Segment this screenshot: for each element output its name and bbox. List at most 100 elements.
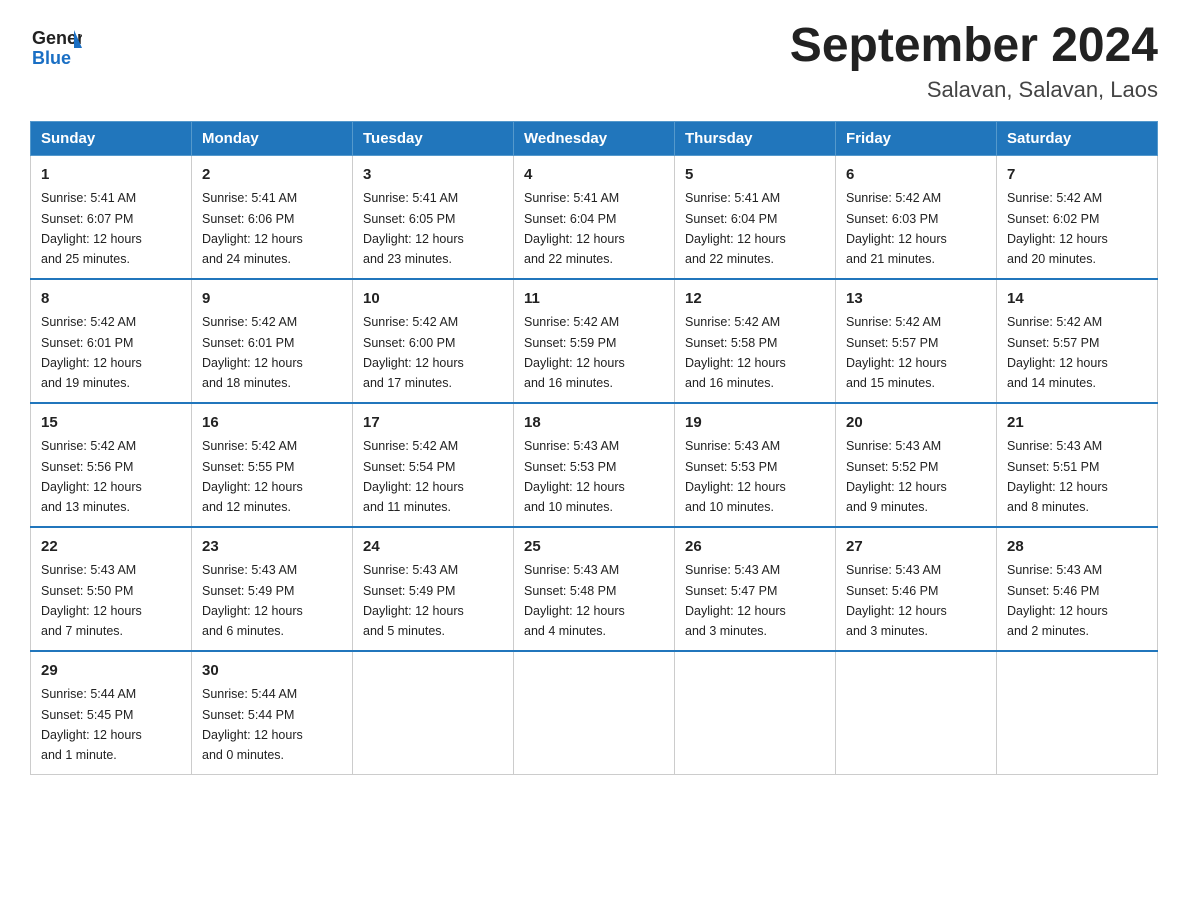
day-number: 28 bbox=[1007, 536, 1147, 559]
day-number: 15 bbox=[41, 412, 181, 435]
day-number: 7 bbox=[1007, 164, 1147, 187]
table-row: 20 Sunrise: 5:43 AMSunset: 5:52 PMDaylig… bbox=[836, 403, 997, 527]
table-row: 13 Sunrise: 5:42 AMSunset: 5:57 PMDaylig… bbox=[836, 279, 997, 403]
table-row: 12 Sunrise: 5:42 AMSunset: 5:58 PMDaylig… bbox=[675, 279, 836, 403]
day-number: 2 bbox=[202, 164, 342, 187]
table-row: 1 Sunrise: 5:41 AMSunset: 6:07 PMDayligh… bbox=[31, 155, 192, 279]
day-number: 25 bbox=[524, 536, 664, 559]
logo-icon: General Blue bbox=[30, 20, 82, 72]
header-friday: Friday bbox=[836, 121, 997, 155]
day-info: Sunrise: 5:42 AMSunset: 5:54 PMDaylight:… bbox=[363, 439, 464, 514]
header-monday: Monday bbox=[192, 121, 353, 155]
day-number: 27 bbox=[846, 536, 986, 559]
day-number: 14 bbox=[1007, 288, 1147, 311]
day-number: 19 bbox=[685, 412, 825, 435]
day-number: 8 bbox=[41, 288, 181, 311]
table-row: 10 Sunrise: 5:42 AMSunset: 6:00 PMDaylig… bbox=[353, 279, 514, 403]
day-number: 6 bbox=[846, 164, 986, 187]
day-info: Sunrise: 5:42 AMSunset: 5:56 PMDaylight:… bbox=[41, 439, 142, 514]
day-number: 17 bbox=[363, 412, 503, 435]
day-info: Sunrise: 5:41 AMSunset: 6:04 PMDaylight:… bbox=[524, 191, 625, 266]
table-row bbox=[997, 651, 1158, 775]
calendar-table: Sunday Monday Tuesday Wednesday Thursday… bbox=[30, 121, 1158, 775]
table-row: 9 Sunrise: 5:42 AMSunset: 6:01 PMDayligh… bbox=[192, 279, 353, 403]
day-info: Sunrise: 5:43 AMSunset: 5:53 PMDaylight:… bbox=[685, 439, 786, 514]
day-info: Sunrise: 5:43 AMSunset: 5:49 PMDaylight:… bbox=[202, 563, 303, 638]
table-row: 21 Sunrise: 5:43 AMSunset: 5:51 PMDaylig… bbox=[997, 403, 1158, 527]
day-number: 3 bbox=[363, 164, 503, 187]
day-number: 20 bbox=[846, 412, 986, 435]
calendar-week-row: 29 Sunrise: 5:44 AMSunset: 5:45 PMDaylig… bbox=[31, 651, 1158, 775]
day-info: Sunrise: 5:43 AMSunset: 5:50 PMDaylight:… bbox=[41, 563, 142, 638]
table-row: 15 Sunrise: 5:42 AMSunset: 5:56 PMDaylig… bbox=[31, 403, 192, 527]
day-number: 18 bbox=[524, 412, 664, 435]
table-row: 25 Sunrise: 5:43 AMSunset: 5:48 PMDaylig… bbox=[514, 527, 675, 651]
table-row bbox=[675, 651, 836, 775]
table-row: 11 Sunrise: 5:42 AMSunset: 5:59 PMDaylig… bbox=[514, 279, 675, 403]
table-row: 17 Sunrise: 5:42 AMSunset: 5:54 PMDaylig… bbox=[353, 403, 514, 527]
table-row: 7 Sunrise: 5:42 AMSunset: 6:02 PMDayligh… bbox=[997, 155, 1158, 279]
day-info: Sunrise: 5:42 AMSunset: 5:58 PMDaylight:… bbox=[685, 315, 786, 390]
calendar-header-row: Sunday Monday Tuesday Wednesday Thursday… bbox=[31, 121, 1158, 155]
table-row: 22 Sunrise: 5:43 AMSunset: 5:50 PMDaylig… bbox=[31, 527, 192, 651]
calendar-week-row: 22 Sunrise: 5:43 AMSunset: 5:50 PMDaylig… bbox=[31, 527, 1158, 651]
day-info: Sunrise: 5:42 AMSunset: 6:01 PMDaylight:… bbox=[41, 315, 142, 390]
day-info: Sunrise: 5:43 AMSunset: 5:49 PMDaylight:… bbox=[363, 563, 464, 638]
day-info: Sunrise: 5:42 AMSunset: 5:59 PMDaylight:… bbox=[524, 315, 625, 390]
day-info: Sunrise: 5:42 AMSunset: 5:55 PMDaylight:… bbox=[202, 439, 303, 514]
header-sunday: Sunday bbox=[31, 121, 192, 155]
day-info: Sunrise: 5:44 AMSunset: 5:44 PMDaylight:… bbox=[202, 687, 303, 762]
day-info: Sunrise: 5:43 AMSunset: 5:46 PMDaylight:… bbox=[1007, 563, 1108, 638]
day-number: 29 bbox=[41, 660, 181, 683]
table-row bbox=[514, 651, 675, 775]
day-number: 1 bbox=[41, 164, 181, 187]
day-info: Sunrise: 5:42 AMSunset: 5:57 PMDaylight:… bbox=[1007, 315, 1108, 390]
day-info: Sunrise: 5:42 AMSunset: 6:02 PMDaylight:… bbox=[1007, 191, 1108, 266]
day-info: Sunrise: 5:43 AMSunset: 5:52 PMDaylight:… bbox=[846, 439, 947, 514]
day-number: 22 bbox=[41, 536, 181, 559]
table-row: 2 Sunrise: 5:41 AMSunset: 6:06 PMDayligh… bbox=[192, 155, 353, 279]
day-info: Sunrise: 5:41 AMSunset: 6:06 PMDaylight:… bbox=[202, 191, 303, 266]
svg-text:Blue: Blue bbox=[32, 48, 71, 68]
table-row: 19 Sunrise: 5:43 AMSunset: 5:53 PMDaylig… bbox=[675, 403, 836, 527]
day-info: Sunrise: 5:42 AMSunset: 5:57 PMDaylight:… bbox=[846, 315, 947, 390]
day-info: Sunrise: 5:42 AMSunset: 6:00 PMDaylight:… bbox=[363, 315, 464, 390]
day-info: Sunrise: 5:41 AMSunset: 6:07 PMDaylight:… bbox=[41, 191, 142, 266]
table-row: 5 Sunrise: 5:41 AMSunset: 6:04 PMDayligh… bbox=[675, 155, 836, 279]
table-row bbox=[353, 651, 514, 775]
table-row: 6 Sunrise: 5:42 AMSunset: 6:03 PMDayligh… bbox=[836, 155, 997, 279]
table-row: 3 Sunrise: 5:41 AMSunset: 6:05 PMDayligh… bbox=[353, 155, 514, 279]
table-row: 23 Sunrise: 5:43 AMSunset: 5:49 PMDaylig… bbox=[192, 527, 353, 651]
day-number: 16 bbox=[202, 412, 342, 435]
day-number: 11 bbox=[524, 288, 664, 311]
day-number: 13 bbox=[846, 288, 986, 311]
day-number: 23 bbox=[202, 536, 342, 559]
page-header: General Blue September 2024 Salavan, Sal… bbox=[30, 20, 1158, 103]
calendar-week-row: 15 Sunrise: 5:42 AMSunset: 5:56 PMDaylig… bbox=[31, 403, 1158, 527]
day-number: 10 bbox=[363, 288, 503, 311]
day-info: Sunrise: 5:43 AMSunset: 5:48 PMDaylight:… bbox=[524, 563, 625, 638]
day-info: Sunrise: 5:44 AMSunset: 5:45 PMDaylight:… bbox=[41, 687, 142, 762]
header-tuesday: Tuesday bbox=[353, 121, 514, 155]
calendar-week-row: 8 Sunrise: 5:42 AMSunset: 6:01 PMDayligh… bbox=[31, 279, 1158, 403]
table-row: 18 Sunrise: 5:43 AMSunset: 5:53 PMDaylig… bbox=[514, 403, 675, 527]
day-info: Sunrise: 5:42 AMSunset: 6:03 PMDaylight:… bbox=[846, 191, 947, 266]
table-row: 26 Sunrise: 5:43 AMSunset: 5:47 PMDaylig… bbox=[675, 527, 836, 651]
calendar-week-row: 1 Sunrise: 5:41 AMSunset: 6:07 PMDayligh… bbox=[31, 155, 1158, 279]
table-row: 4 Sunrise: 5:41 AMSunset: 6:04 PMDayligh… bbox=[514, 155, 675, 279]
table-row: 30 Sunrise: 5:44 AMSunset: 5:44 PMDaylig… bbox=[192, 651, 353, 775]
day-number: 9 bbox=[202, 288, 342, 311]
table-row: 27 Sunrise: 5:43 AMSunset: 5:46 PMDaylig… bbox=[836, 527, 997, 651]
day-info: Sunrise: 5:41 AMSunset: 6:04 PMDaylight:… bbox=[685, 191, 786, 266]
day-number: 26 bbox=[685, 536, 825, 559]
table-row: 24 Sunrise: 5:43 AMSunset: 5:49 PMDaylig… bbox=[353, 527, 514, 651]
day-number: 12 bbox=[685, 288, 825, 311]
day-info: Sunrise: 5:43 AMSunset: 5:46 PMDaylight:… bbox=[846, 563, 947, 638]
calendar-title: September 2024 bbox=[790, 20, 1158, 73]
day-number: 5 bbox=[685, 164, 825, 187]
calendar-subtitle: Salavan, Salavan, Laos bbox=[790, 77, 1158, 103]
day-info: Sunrise: 5:43 AMSunset: 5:53 PMDaylight:… bbox=[524, 439, 625, 514]
table-row: 14 Sunrise: 5:42 AMSunset: 5:57 PMDaylig… bbox=[997, 279, 1158, 403]
day-number: 30 bbox=[202, 660, 342, 683]
day-info: Sunrise: 5:43 AMSunset: 5:51 PMDaylight:… bbox=[1007, 439, 1108, 514]
